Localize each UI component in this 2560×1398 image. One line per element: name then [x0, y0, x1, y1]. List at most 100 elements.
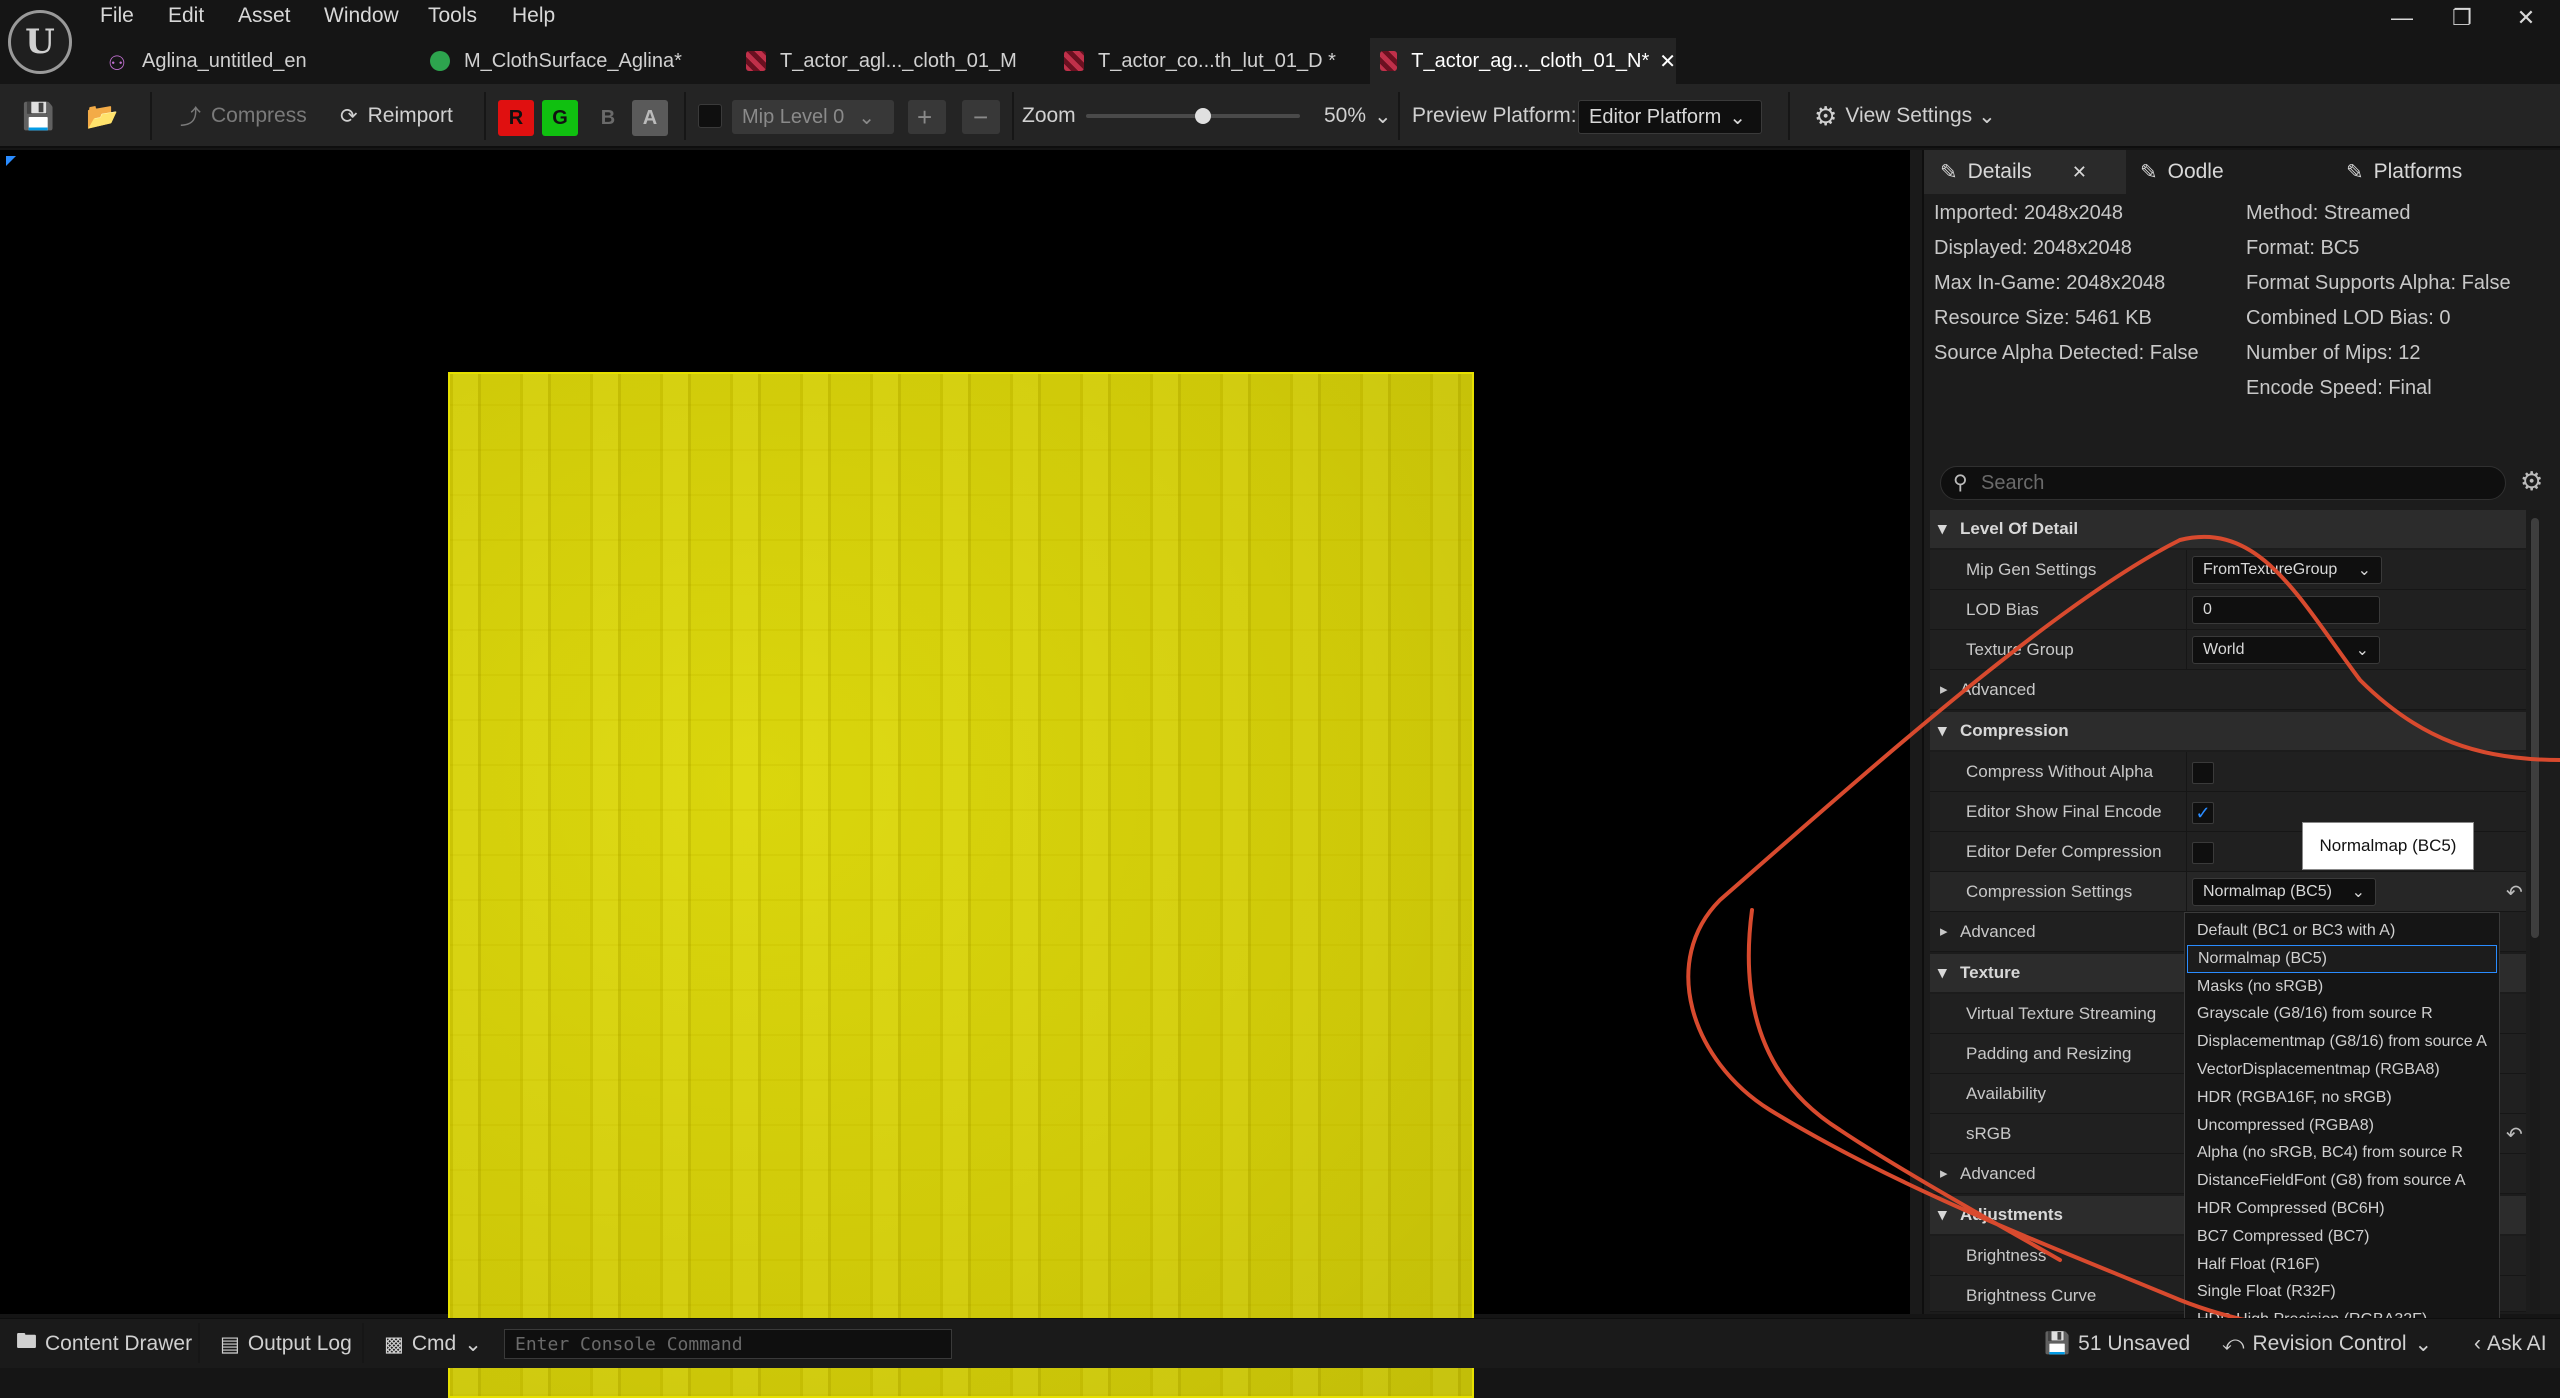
compression-settings-value: Normalmap (BC5) [2203, 883, 2332, 900]
green-channel-toggle[interactable]: G [542, 100, 578, 136]
console-command-input[interactable]: Enter Console Command [504, 1329, 952, 1359]
unreal-logo-icon[interactable]: U [8, 10, 72, 74]
section-level-of-detail[interactable]: ▾ Level Of Detail [1930, 510, 2526, 548]
tab-texture-normal[interactable]: T_actor_ag..._cloth_01_N* ✕ [1370, 38, 1676, 84]
compression-option[interactable]: VectorDisplacementmap (RGBA8) [2197, 1056, 2440, 1084]
scrollbar-thumb[interactable] [2531, 518, 2539, 938]
save-icon[interactable]: 💾 [22, 96, 54, 136]
close-window-icon[interactable]: ✕ [2496, 2, 2556, 34]
caret-down-icon: ▾ [1938, 519, 1947, 538]
section-label: Level Of Detail [1960, 519, 2079, 538]
settings-gear-icon[interactable]: ⚙ [2520, 466, 2543, 497]
reset-to-default-icon[interactable]: ↶ [2506, 1122, 2523, 1147]
mip-level-checkbox[interactable] [698, 104, 722, 128]
restore-icon[interactable]: ❐ [2432, 2, 2492, 34]
editor-show-final-encode-checkbox[interactable]: ✓ [2192, 802, 2214, 824]
section-compression[interactable]: ▾ Compression [1930, 712, 2526, 750]
texture-viewport[interactable] [0, 150, 1910, 1398]
red-channel-toggle[interactable]: R [498, 100, 534, 136]
compression-option[interactable]: Grayscale (G8/16) from source R [2197, 1000, 2433, 1028]
cmd-dropdown[interactable]: ▩ Cmd ⌄ [384, 1329, 482, 1359]
chevron-down-icon: ⌄ [464, 1332, 482, 1356]
menu-edit[interactable]: Edit [168, 4, 204, 32]
mip-gen-dropdown[interactable]: FromTextureGroup ⌄ [2192, 556, 2382, 584]
caret-down-icon: ▾ [1938, 721, 1947, 740]
texture-icon [1380, 51, 1398, 71]
revision-control-button[interactable]: ⤺ Revision Control ⌄ [2222, 1329, 2432, 1359]
divider [1788, 92, 1790, 140]
compress-without-alpha-checkbox[interactable] [2192, 762, 2214, 784]
compression-option[interactable]: HDR (RGBA16F, no sRGB) [2197, 1084, 2392, 1112]
compress-without-alpha-label: Compress Without Alpha [1966, 762, 2154, 781]
search-input[interactable]: ⚲ Search [1940, 466, 2506, 500]
padding-and-resizing-label: Padding and Resizing [1966, 1044, 2132, 1063]
zoom-slider-track[interactable] [1086, 108, 1300, 124]
tab-details[interactable]: ✎ Details ✕ [1924, 150, 2126, 194]
divider [484, 92, 486, 140]
info-resource-size: Resource Size: 5461 KB [1934, 307, 2152, 329]
splitter[interactable] [1910, 150, 1922, 1314]
blue-channel-toggle[interactable]: B [590, 100, 626, 136]
divider [1398, 92, 1400, 140]
tab-oodle[interactable]: ✎ Oodle [2140, 150, 2224, 194]
texture-group-label: Texture Group [1966, 640, 2074, 659]
skeleton-icon: ⚇ [108, 53, 126, 75]
close-tab-icon[interactable]: ✕ [2072, 162, 2087, 183]
view-settings-button[interactable]: ⚙ View Settings ⌄ [1814, 96, 1996, 136]
output-log-button[interactable]: ▤ Output Log [220, 1329, 352, 1359]
lod-bias-input[interactable]: 0 [2192, 596, 2380, 624]
preview-platform-dropdown[interactable]: Editor Platform ⌄ [1578, 100, 1762, 134]
compression-option[interactable]: BC7 Compressed (BC7) [2197, 1223, 2370, 1251]
scrollbar-track[interactable] [2530, 510, 2540, 1310]
reset-to-default-icon[interactable]: ↶ [2506, 880, 2523, 905]
compression-option[interactable]: DistanceFieldFont (G8) from source A [2197, 1167, 2466, 1195]
compression-option[interactable]: HDR Compressed (BC6H) [2197, 1195, 2385, 1223]
tab-platforms[interactable]: ✎ Platforms [2346, 150, 2462, 194]
tab-material[interactable]: M_ClothSurface_Aglina* [420, 38, 730, 84]
compression-option[interactable]: Default (BC1 or BC3 with A) [2197, 917, 2395, 945]
compression-option[interactable]: Masks (no sRGB) [2197, 973, 2323, 1001]
menu-tools[interactable]: Tools [428, 4, 477, 32]
editor-defer-compression-checkbox[interactable] [2192, 842, 2214, 864]
compression-option[interactable]: Alpha (no sRGB, BC4) from source R [2197, 1139, 2463, 1167]
menu-file[interactable]: File [100, 4, 134, 32]
unsaved-button[interactable]: 💾 51 Unsaved [2044, 1329, 2190, 1359]
menu-help[interactable]: Help [512, 4, 555, 32]
tab-aglina-untitled[interactable]: ⚇ Aglina_untitled_en [98, 38, 418, 84]
content-drawer-button[interactable]: 🖿 Content Drawer [16, 1329, 192, 1359]
tab-texture-m[interactable]: T_actor_agl..._cloth_01_M [736, 38, 1052, 84]
alpha-channel-toggle[interactable]: A [632, 100, 668, 136]
row-texture-group: Texture Group World ⌄ [1930, 630, 2526, 670]
menu-window[interactable]: Window [324, 4, 399, 32]
tab-texture-lut[interactable]: T_actor_co...th_lut_01_D * [1054, 38, 1364, 84]
ask-ai-button[interactable]: ‹ Ask AI [2474, 1329, 2547, 1359]
brightness-label: Brightness [1966, 1246, 2047, 1265]
divider [2186, 590, 2187, 630]
pencil-icon: ✎ [2140, 160, 2158, 184]
zoom-slider-thumb[interactable] [1195, 108, 1211, 124]
material-icon [430, 51, 450, 71]
corner-marker-icon [6, 156, 16, 166]
texture-group-dropdown[interactable]: World ⌄ [2192, 636, 2380, 664]
row-compression-settings: Compression Settings Normalmap (BC5) ⌄ ↶ [1930, 872, 2526, 912]
compression-settings-dropdown[interactable]: Normalmap (BC5) ⌄ [2192, 878, 2376, 906]
minimize-icon[interactable]: — [2372, 2, 2432, 34]
toolbar: 💾 📂 ⤴ Compress ⟳ Reimport R G B A Mip Le… [0, 84, 2560, 148]
compress-button[interactable]: ⤴ Compress [180, 96, 307, 136]
compression-option[interactable]: Single Float (R32F) [2197, 1278, 2336, 1306]
reimport-button[interactable]: ⟳ Reimport [340, 96, 453, 136]
compression-option[interactable]: Uncompressed (RGBA8) [2197, 1112, 2374, 1140]
caret-right-icon: ▸ [1940, 681, 1948, 698]
menu-asset[interactable]: Asset [238, 4, 291, 32]
compression-option[interactable]: Displacementmap (G8/16) from source A [2197, 1028, 2487, 1056]
compression-option[interactable]: Normalmap (BC5) [2187, 944, 2497, 973]
mip-decrease-button[interactable]: − [962, 100, 1000, 134]
mip-increase-button[interactable]: + [908, 100, 946, 134]
row-advanced-lod[interactable]: ▸ Advanced [1930, 670, 2526, 710]
advanced-label: Advanced [1960, 922, 2036, 941]
close-tab-icon[interactable]: ✕ [1659, 49, 1676, 74]
browse-icon[interactable]: 📂 [86, 96, 118, 136]
zoom-dropdown[interactable]: 50% ⌄ [1324, 96, 1392, 136]
compression-option[interactable]: Half Float (R16F) [2197, 1251, 2320, 1279]
mip-level-dropdown[interactable]: Mip Level 0 ⌄ [732, 100, 894, 134]
